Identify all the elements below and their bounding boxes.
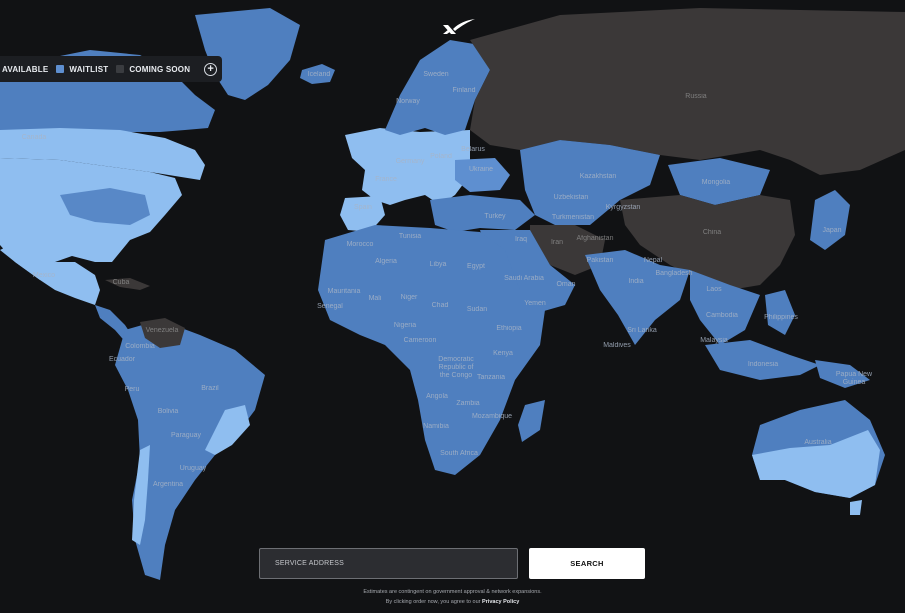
country-label-brazil: Brazil [201, 385, 219, 392]
country-label-germany: Germany [396, 158, 425, 165]
country-label-peru: Peru [125, 386, 140, 393]
country-label-laos: Laos [706, 286, 722, 293]
country-label-sudan: Sudan [467, 306, 487, 313]
x-logo-icon[interactable] [437, 18, 477, 40]
country-label-uruguay: Uruguay [180, 465, 207, 472]
country-label-finland: Finland [453, 87, 476, 94]
country-label-yemen: Yemen [524, 300, 546, 307]
country-label-cambodia: Cambodia [706, 312, 738, 319]
country-label-morocco: Morocco [347, 241, 374, 248]
country-label-russia: Russia [685, 93, 707, 100]
country-label-libya: Libya [430, 261, 447, 268]
search-bar: SEARCH [259, 548, 645, 579]
country-label-spain: Spain [354, 204, 372, 211]
country-label-niger: Niger [401, 294, 418, 301]
country-label-kenya: Kenya [493, 350, 513, 357]
country-label-mali: Mali [369, 295, 382, 302]
disclaimer-line-2: By clicking order now, you agree to our … [0, 597, 905, 607]
privacy-policy-link[interactable]: Privacy Policy [482, 599, 519, 605]
country-label-colombia: Colombia [125, 343, 155, 350]
country-label-angola: Angola [426, 393, 448, 400]
search-button[interactable]: SEARCH [529, 548, 645, 579]
country-label-iran: Iran [551, 239, 563, 246]
country-label-afghanistan: Afghanistan [577, 235, 614, 242]
region-turkey[interactable] [430, 195, 535, 232]
country-label-senegal: Senegal [317, 303, 343, 310]
country-label-algeria: Algeria [375, 258, 397, 265]
country-label-democratic-republic-of-the-congo: Democratic Republic of the Congo [438, 356, 474, 379]
country-label-bolivia: Bolivia [158, 408, 179, 415]
country-label-cuba: Cuba [113, 279, 130, 286]
country-label-kyrgyzstan: Kyrgyzstan [606, 204, 641, 211]
country-label-turkmenistan: Turkmenistan [552, 214, 594, 221]
country-label-japan: Japan [822, 227, 841, 234]
country-label-mexico: Mexico [33, 272, 55, 279]
country-label-ethiopia: Ethiopia [496, 325, 521, 332]
country-label-india: India [628, 278, 643, 285]
country-label-belarus: Belarus [461, 146, 485, 153]
legend-waitlist-swatch [56, 65, 65, 73]
country-label-ukraine: Ukraine [469, 166, 493, 173]
country-label-zambia: Zambia [456, 400, 479, 407]
legend-available-label: AVAILABLE [2, 64, 49, 74]
country-label-indonesia: Indonesia [748, 361, 778, 368]
country-label-bangladesh: Bangladesh [656, 270, 693, 277]
country-label-south-africa: South Africa [440, 450, 478, 457]
country-label-china: China [703, 229, 721, 236]
country-label-mongolia: Mongolia [702, 179, 731, 186]
country-label-mauritania: Mauritania [328, 288, 361, 295]
country-label-venezuela: Venezuela [146, 327, 179, 334]
legend-waitlist-label: WAITLIST [69, 64, 109, 74]
country-label-egypt: Egypt [467, 263, 485, 270]
service-address-input[interactable] [259, 548, 518, 579]
disclaimer-line-2-prefix: By clicking order now, you agree to our [385, 599, 482, 605]
country-label-chad: Chad [432, 302, 449, 309]
country-label-mozambique: Mozambique [472, 413, 512, 420]
country-label-maldives: Maldives [603, 342, 631, 349]
country-label-sri-lanka: Sri Lanka [627, 327, 657, 334]
country-label-cameroon: Cameroon [404, 337, 437, 344]
country-label-argentina: Argentina [153, 481, 183, 488]
country-label-pakistan: Pakistan [587, 257, 614, 264]
country-label-ecuador: Ecuador [109, 356, 136, 363]
legend-coming-soon[interactable]: COMING SOON [116, 65, 190, 74]
country-label-france: France [375, 176, 397, 183]
world-map[interactable]: Iceland Sweden Finland Norway Russia Belarus G… [0, 0, 905, 613]
country-label-nepal: Nepal [644, 257, 663, 264]
plus-circle-icon[interactable]: + [204, 62, 218, 76]
country-label-kazakhstan: Kazakhstan [580, 173, 617, 180]
country-label-paraguay: Paraguay [171, 432, 201, 439]
country-label-sweden: Sweden [423, 71, 448, 78]
country-label-norway: Norway [396, 98, 420, 105]
country-label-uzbekistan: Uzbekistan [554, 194, 589, 201]
country-label-iceland: Iceland [308, 71, 331, 78]
country-label-iraq: Iraq [515, 236, 527, 243]
country-label-poland: Poland [430, 153, 452, 160]
legend-available[interactable]: AVAILABLE [2, 65, 48, 74]
coverage-legend: AVAILABLE WAITLIST COMING SOON + [0, 56, 222, 82]
legend-coming-soon-label: COMING SOON [129, 64, 191, 74]
country-label-nigeria: Nigeria [394, 322, 416, 329]
country-label-namibia: Namibia [423, 423, 449, 430]
country-label-malaysia: Malaysia [700, 337, 728, 344]
country-label-philippines: Philippines [764, 314, 798, 321]
region-tasmania[interactable] [850, 500, 862, 515]
country-label-tunisia: Tunisia [399, 233, 421, 240]
country-label-oman: Oman [556, 281, 575, 288]
country-label-canada: Canada [22, 134, 47, 141]
disclaimer-line-1: Estimates are contingent on government a… [363, 589, 542, 595]
legend-waitlist[interactable]: WAITLIST [56, 65, 108, 74]
country-label-tanzania: Tanzania [477, 374, 505, 381]
country-label-australia: Australia [804, 439, 831, 446]
country-label-saudi-arabia: Saudi Arabia [504, 275, 544, 282]
country-label-turkey: Turkey [484, 213, 506, 220]
legend-coming-soon-swatch [116, 65, 125, 73]
disclaimer: Estimates are contingent on government a… [0, 587, 905, 607]
